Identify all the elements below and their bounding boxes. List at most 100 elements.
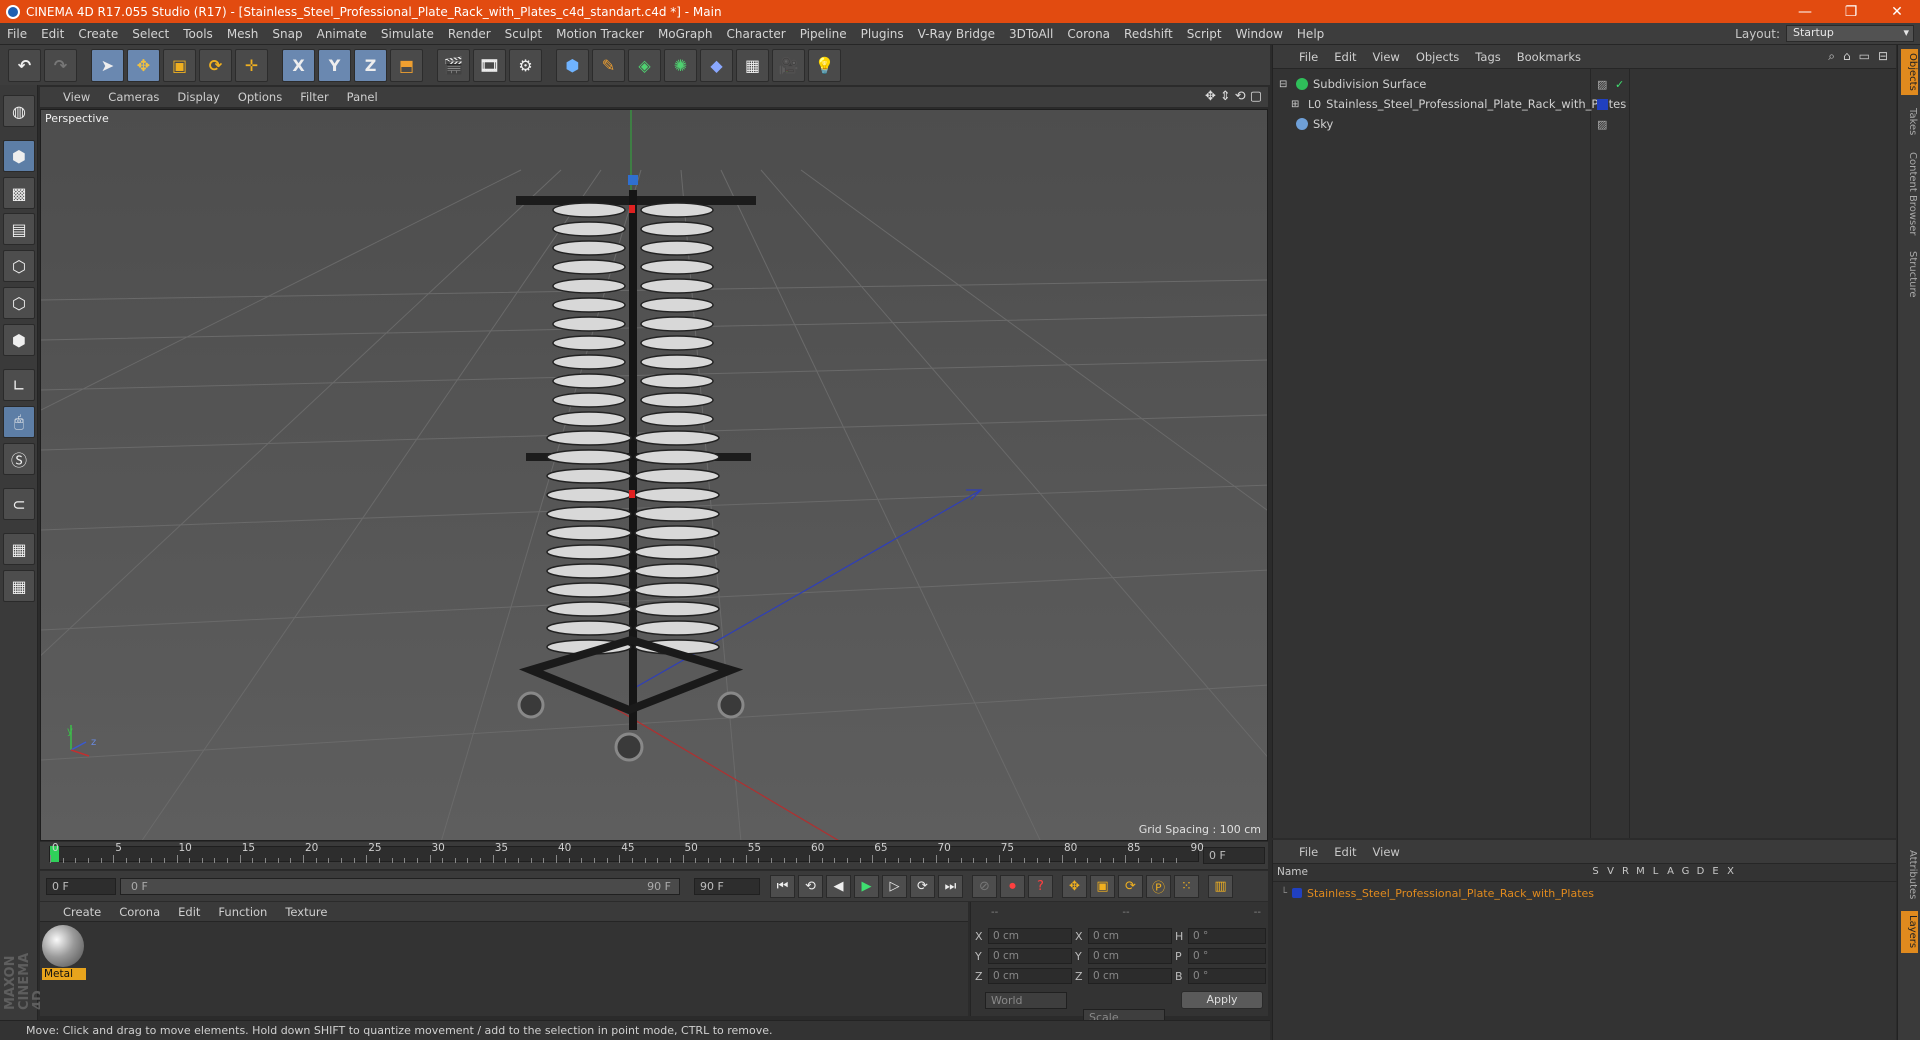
close-button[interactable]: ✕ [1874,0,1920,23]
cube-primitive-button[interactable]: ⬢ [556,48,589,82]
position-y-field[interactable]: 0 cm [988,948,1072,964]
mat-menu-create[interactable]: Create [54,905,110,919]
layer-menu-view[interactable]: View [1365,845,1408,859]
live-selection-button[interactable]: ➤ [91,48,124,82]
start-frame-field[interactable]: 0 F [46,877,116,895]
menu-vray-bridge[interactable]: V-Ray Bridge [911,27,1002,41]
play-button[interactable]: ▶ [854,874,879,898]
rotate-tool-button[interactable]: ⟳ [199,48,232,82]
perspective-viewport[interactable]: Perspective y z Grid Spacing : 100 cm [40,109,1268,841]
record-keyframe-button[interactable]: ⏺ [1000,874,1025,898]
texture-mode-button[interactable]: ▩ [3,177,35,209]
menu-render[interactable]: Render [441,27,498,41]
material-swatch[interactable]: Metal [42,925,86,983]
undo-button[interactable]: ↶ [8,48,41,82]
tab-attributes[interactable]: Attributes [1901,845,1918,905]
z-axis-lock-button[interactable]: Z [354,48,387,82]
key-parameter-button[interactable]: Ⓟ [1146,874,1171,898]
world-dropdown[interactable]: World [985,992,1067,1009]
coordinate-system-button[interactable]: ⬒ [390,48,423,82]
snapping-button[interactable]: Ⓢ [3,443,35,475]
vp-menu-display[interactable]: Display [168,90,228,104]
rotate-view-icon[interactable]: ⟲ [1235,89,1246,104]
layer-row[interactable]: └ Stainless_Steel_Professional_Plate_Rac… [1273,884,1897,902]
menu-character[interactable]: Character [719,27,792,41]
go-to-end-button[interactable]: ⏭ [938,874,963,898]
autokey-off-button[interactable]: ⊘ [972,874,997,898]
menu-animate[interactable]: Animate [310,27,374,41]
move-tool-button[interactable]: ✥ [127,48,160,82]
polygons-mode-button[interactable]: ⬢ [3,324,35,356]
last-tool-button[interactable]: ✛ [235,48,268,82]
toggle-view-icon[interactable]: ▢ [1250,89,1262,104]
layer-menu-file[interactable]: File [1291,845,1326,859]
object-row[interactable]: ⊟ Subdivision Surface ▨ ✓ [1273,74,1897,94]
collapse-icon[interactable]: ⊟ [1878,49,1888,64]
collapse-toggle-icon[interactable]: ⊟ [1279,79,1291,90]
redo-button[interactable]: ↷ [44,48,77,82]
menu-file[interactable]: File [0,27,34,41]
mat-menu-texture[interactable]: Texture [276,905,336,919]
vp-menu-cameras[interactable]: Cameras [99,90,168,104]
vp-menu-view[interactable]: View [54,90,99,104]
size-y-field[interactable]: 0 cm [1088,948,1172,964]
previous-keyframe-button[interactable]: ⟲ [798,874,823,898]
next-keyframe-button[interactable]: ⟳ [910,874,935,898]
obj-menu-objects[interactable]: Objects [1408,50,1467,64]
key-rotation-button[interactable]: ⟳ [1118,874,1143,898]
menu-plugins[interactable]: Plugins [854,27,911,41]
points-mode-button[interactable]: ⬡ [3,250,35,282]
mat-menu-function[interactable]: Function [209,905,276,919]
menu-edit[interactable]: Edit [34,27,71,41]
current-frame-field[interactable]: 0 F [1203,847,1265,864]
object-row[interactable]: ⊞ L0 Stainless_Steel_Professional_Plate_… [1273,94,1897,114]
model-mode-button[interactable]: ⬢ [3,140,35,172]
menu-select[interactable]: Select [125,27,176,41]
tab-structure[interactable]: Structure [1901,249,1918,299]
menu-help[interactable]: Help [1290,27,1331,41]
menu-3dtoall[interactable]: 3DToAll [1002,27,1060,41]
menu-snap[interactable]: Snap [265,27,309,41]
render-view-button[interactable]: 🎬 [437,48,470,82]
layout-dropdown[interactable]: Startup [1786,25,1914,42]
pen-spline-button[interactable]: ✎ [592,48,625,82]
tab-layers[interactable]: Layers [1901,911,1918,953]
menu-mesh[interactable]: Mesh [220,27,266,41]
layer-menu-edit[interactable]: Edit [1326,845,1364,859]
menu-pipeline[interactable]: Pipeline [793,27,854,41]
timeline-window-button[interactable]: ▥ [1208,874,1233,898]
planar-workplane-button[interactable]: ▦ [3,570,35,602]
key-pla-button[interactable]: ⁙ [1174,874,1199,898]
workplane-mode-button[interactable]: ▤ [3,213,35,245]
camera-button[interactable]: 🎥 [772,48,805,82]
floor-scene-button[interactable]: ▦ [736,48,769,82]
magnet-button[interactable]: ⊂ [3,488,35,520]
timeline-ruler[interactable]: 0 5 10 15 20 25 30 35 40 45 50 55 60 65 70 75 80 85 90 0 F [40,842,1268,870]
scale-tool-button[interactable]: ▣ [163,48,196,82]
previous-frame-button[interactable]: ◀ [826,874,851,898]
obj-menu-tags[interactable]: Tags [1467,50,1508,64]
tab-objects[interactable]: Objects [1901,49,1918,95]
tab-content-browser[interactable]: Content Browser [1901,149,1918,239]
edges-mode-button[interactable]: ⬡ [3,287,35,319]
end-frame-field[interactable]: 90 F [694,877,760,895]
edit-render-settings-button[interactable]: ⚙ [509,48,542,82]
obj-menu-bookmarks[interactable]: Bookmarks [1509,50,1589,64]
array-generator-button[interactable]: ✺ [664,48,697,82]
vp-menu-panel[interactable]: Panel [338,90,387,104]
x-axis-lock-button[interactable]: X [282,48,315,82]
next-frame-button[interactable]: ▷ [882,874,907,898]
rotation-b-field[interactable]: 0 ° [1188,968,1266,984]
locked-workplane-button[interactable]: ▦ [3,533,35,565]
position-x-field[interactable]: 0 cm [988,928,1072,944]
object-row[interactable]: Sky ▨ [1273,114,1897,134]
pan-view-icon[interactable]: ✥ [1205,89,1216,104]
obj-menu-file[interactable]: File [1291,50,1326,64]
axis-mode-button[interactable]: ∟ [3,369,35,401]
rotation-p-field[interactable]: 0 ° [1188,948,1266,964]
tab-takes[interactable]: Takes [1901,105,1918,139]
enabled-check-icon[interactable]: ✓ [1615,78,1624,91]
make-editable-button[interactable]: ◍ [3,95,35,127]
home-icon[interactable]: ⌂ [1843,49,1851,64]
render-picture-viewer-button[interactable]: 🎞 [473,48,506,82]
